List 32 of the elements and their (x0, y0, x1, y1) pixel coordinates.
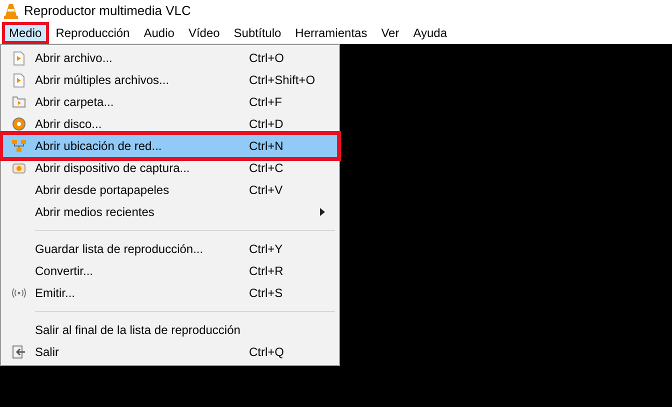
exit-icon (12, 345, 26, 359)
menu-item[interactable]: Abrir dispositivo de captura... Ctrl+C (3, 157, 337, 179)
menu-bar-item[interactable]: Medio (2, 22, 49, 44)
disc-icon (12, 117, 26, 131)
menu-item[interactable]: Salir al final de la lista de reproducción (3, 319, 337, 341)
network-icon (11, 139, 27, 153)
menu-bar-item[interactable]: Vídeo (181, 22, 227, 44)
menu-item[interactable]: Abrir medios recientes (3, 201, 337, 223)
menu-bar-item[interactable]: Audio (136, 22, 182, 44)
menu-item[interactable]: Abrir archivo... Ctrl+O (3, 47, 337, 69)
menu-item[interactable]: Salir Ctrl+Q (3, 341, 337, 363)
menu-item[interactable]: Abrir múltiples archivos... Ctrl+Shift+O (3, 69, 337, 91)
menu-item[interactable]: Abrir carpeta... Ctrl+F (3, 91, 337, 113)
menu-item[interactable]: Abrir ubicación de red... Ctrl+N (3, 135, 337, 157)
camera-icon (12, 162, 26, 174)
menu-bar-item[interactable]: Ver (374, 22, 406, 44)
menu-bar-item[interactable]: Ayuda (406, 22, 454, 44)
file-play-icon (13, 72, 25, 88)
window-title: Reproductor multimedia VLC (24, 2, 191, 20)
menu-item[interactable]: Abrir desde portapapeles Ctrl+V (3, 179, 337, 201)
menu-item[interactable]: Abrir disco... Ctrl+D (3, 113, 337, 135)
menu-item[interactable]: Convertir... Ctrl+R (3, 260, 337, 282)
menu-bar-item[interactable]: Reproducción (48, 22, 137, 44)
menu-bar-item[interactable]: Subtítulo (226, 22, 288, 44)
file-play-icon (13, 50, 25, 66)
traffic-cone-icon (4, 3, 18, 19)
submenu-arrow-icon (320, 208, 325, 216)
menu-item[interactable]: Emitir... Ctrl+S (3, 282, 337, 304)
menu-bar-item[interactable]: Herramientas (288, 22, 374, 44)
broadcast-icon (11, 288, 27, 298)
menu-item[interactable]: Guardar lista de reproducción... Ctrl+Y (3, 238, 337, 260)
folder-icon (12, 96, 26, 108)
